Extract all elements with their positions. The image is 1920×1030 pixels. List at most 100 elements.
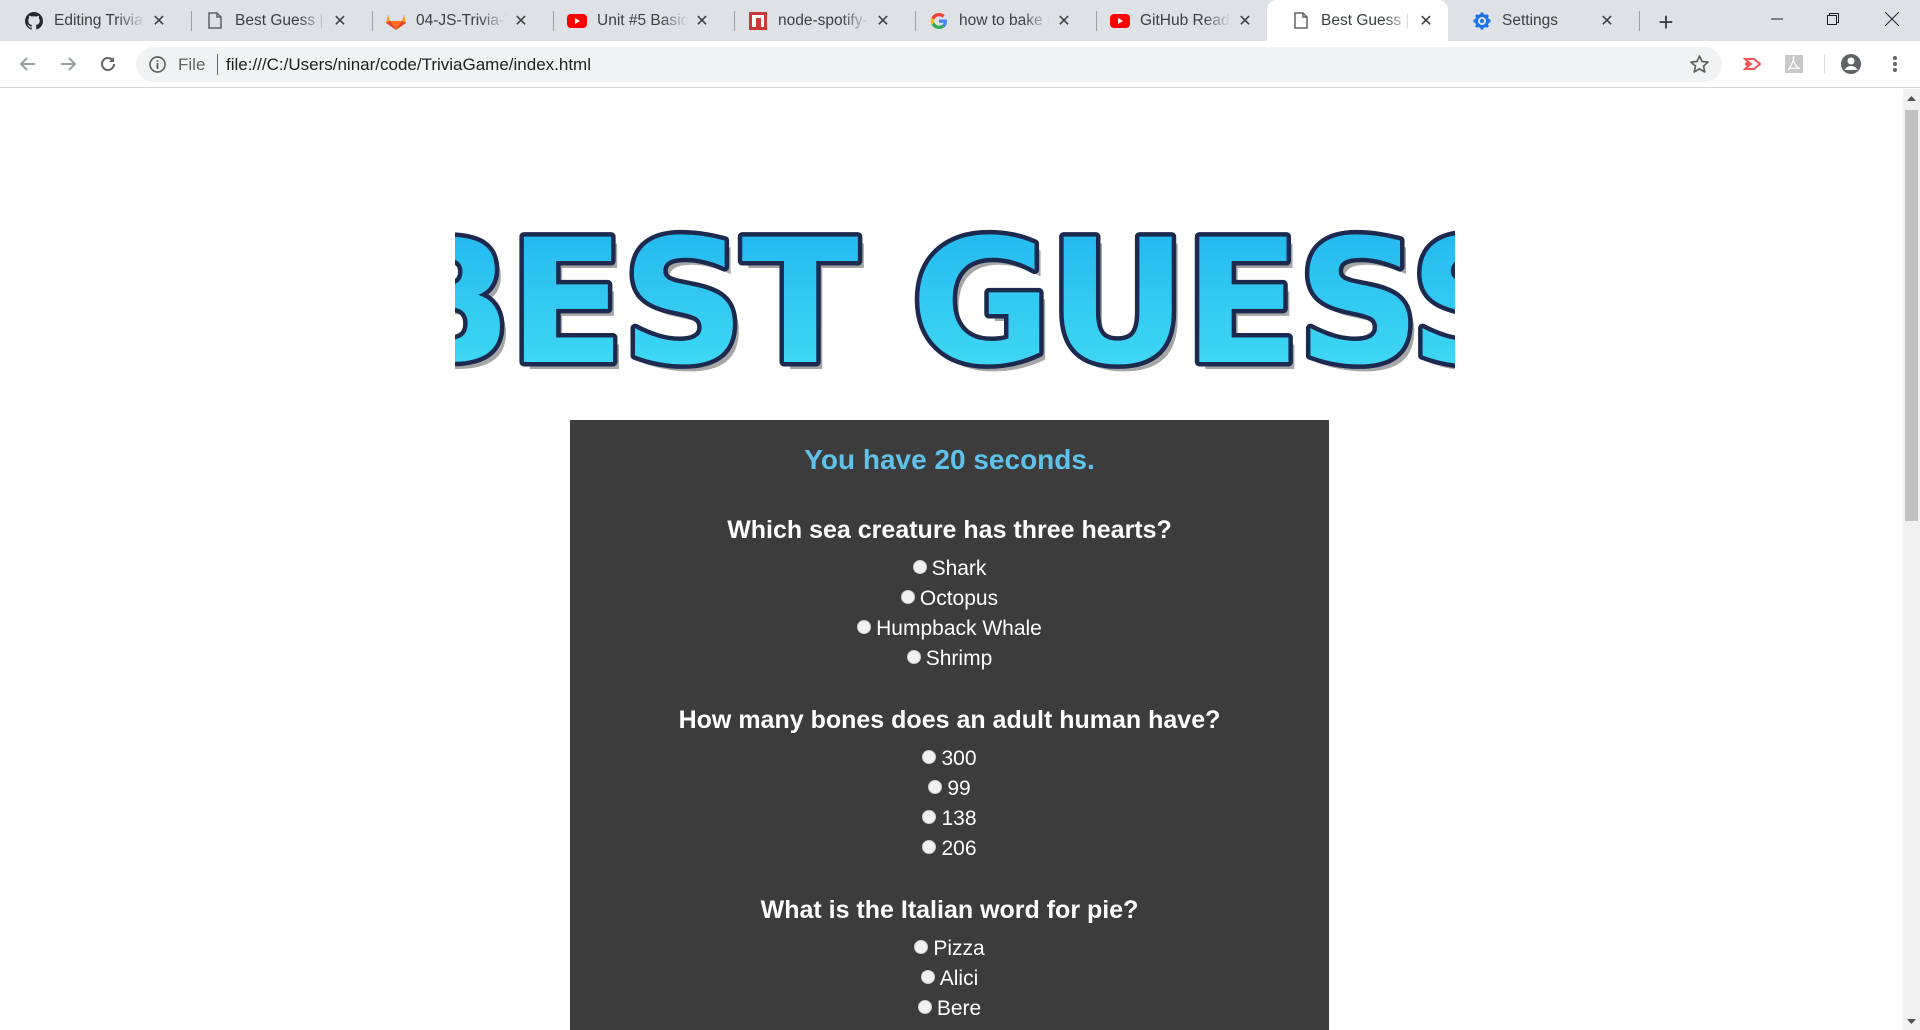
tab-best-guess[interactable]: Best Guess | Trivia ✕ <box>181 0 362 41</box>
address-bar[interactable]: File file:///C:/Users/ninar/code/TriviaG… <box>136 47 1722 82</box>
answer-option[interactable]: 99 <box>570 774 1329 804</box>
logo-text: BEST GUESS <box>455 214 1455 389</box>
tab-best-guess-active[interactable]: Best Guess | Trivia ✕ <box>1267 0 1448 41</box>
question-list: Which sea creature has three hearts? Sha… <box>570 514 1329 1024</box>
answer-option[interactable]: Pizza <box>570 934 1329 964</box>
scroll-down-button[interactable] <box>1903 1013 1920 1030</box>
star-icon[interactable] <box>1689 54 1710 75</box>
youtube-icon <box>1110 11 1130 31</box>
answer-label: 138 <box>941 807 977 830</box>
back-button[interactable] <box>12 48 44 80</box>
answer-option[interactable]: Bere <box>570 994 1329 1024</box>
cast-extension-icon <box>1743 58 1762 70</box>
scrollbar-thumb[interactable] <box>1905 110 1918 521</box>
tab-title: Best Guess | Trivia <box>235 11 326 29</box>
radio-button[interactable] <box>914 940 929 954</box>
tab-node-spotify[interactable]: node-spotify-api ✕ <box>724 0 905 41</box>
youtube-icon <box>567 11 587 31</box>
forward-button[interactable] <box>52 48 84 80</box>
radio-button[interactable] <box>922 840 937 854</box>
answer-option[interactable]: Octopus <box>570 584 1329 614</box>
question-text: How many bones does an adult human have? <box>678 706 1221 734</box>
close-window-button[interactable] <box>1864 0 1920 38</box>
scroll-up-button[interactable] <box>1903 89 1920 106</box>
tab-settings[interactable]: Settings ✕ <box>1448 0 1629 41</box>
radio-button[interactable] <box>900 590 915 604</box>
answer-option[interactable]: Humpback Whale <box>570 614 1329 644</box>
restore-button[interactable] <box>1805 0 1861 38</box>
minimize-button[interactable] <box>1749 0 1805 38</box>
question-text: Which sea creature has three hearts? <box>727 516 1172 544</box>
extension-button[interactable] <box>1742 53 1764 75</box>
answer-label: Alici <box>939 967 979 990</box>
close-icon[interactable]: ✕ <box>1054 11 1074 31</box>
answer-option[interactable]: Alici <box>570 964 1329 994</box>
answer-label: Pizza <box>933 937 985 960</box>
pdf-extension-button[interactable] <box>1783 53 1805 75</box>
chevron-up-icon <box>1907 95 1916 101</box>
answer-label: Shrimp <box>925 647 993 670</box>
radio-button[interactable] <box>912 560 927 574</box>
close-icon[interactable]: ✕ <box>511 11 531 31</box>
radio-button[interactable] <box>906 650 921 664</box>
radio-button[interactable] <box>917 1000 932 1014</box>
url-text[interactable]: file:///C:/Users/ninar/code/TriviaGame/i… <box>226 55 591 75</box>
answer-option[interactable]: Shark <box>570 554 1329 584</box>
close-icon[interactable]: ✕ <box>1416 11 1436 31</box>
tab-title: GitHub Readme <box>1140 11 1231 29</box>
question-2: How many bones does an adult human have?… <box>570 704 1329 864</box>
arrow-left-icon <box>19 57 35 71</box>
question-3: What is the Italian word for pie? Pizza … <box>570 894 1329 1024</box>
close-icon[interactable]: ✕ <box>692 11 712 31</box>
tab-title: Settings <box>1502 11 1559 29</box>
scheme-label: File <box>178 55 206 74</box>
trivia-card: You have 20 seconds. Which sea creature … <box>570 420 1329 1030</box>
page-icon <box>1291 11 1311 31</box>
answer-option[interactable]: 206 <box>570 834 1329 864</box>
minimize-icon <box>1771 18 1783 20</box>
answer-option[interactable]: 300 <box>570 744 1329 774</box>
timer-text: You have 20 seconds. <box>804 444 1095 475</box>
close-icon[interactable]: ✕ <box>1597 11 1617 31</box>
close-icon[interactable]: ✕ <box>330 11 350 31</box>
tab-github-readme[interactable]: GitHub Readme ✕ <box>1086 0 1267 41</box>
radio-button[interactable] <box>920 970 935 984</box>
answer-label: 99 <box>947 777 971 800</box>
settings-gear-icon <box>1472 11 1492 31</box>
menu-button[interactable] <box>1884 53 1906 75</box>
close-icon[interactable]: ✕ <box>149 11 169 31</box>
tab-how-to-bake[interactable]: how to bake a pie ✕ <box>905 0 1086 41</box>
radio-button[interactable] <box>922 810 937 824</box>
tab-strip: Editing Trivia-Game ✕ Best Guess | Trivi… <box>0 0 1920 41</box>
address-divider <box>217 54 218 75</box>
tab-unit-5[interactable]: Unit #5 Basic Trivia ✕ <box>543 0 724 41</box>
toolbar-divider <box>1824 54 1825 74</box>
restore-icon <box>1827 13 1839 25</box>
answer-option[interactable]: Shrimp <box>570 644 1329 674</box>
tab-editing-trivia[interactable]: Editing Trivia-Game ✕ <box>0 0 181 41</box>
page-icon <box>205 11 225 31</box>
close-icon[interactable]: ✕ <box>1235 11 1255 31</box>
close-icon <box>1885 12 1899 26</box>
radio-button[interactable] <box>928 780 943 794</box>
chevron-down-icon <box>1907 1018 1916 1024</box>
tab-divider <box>1639 11 1640 31</box>
reload-button[interactable] <box>92 48 124 80</box>
tab-js-trivia-time[interactable]: 04-JS-Trivia-Time ✕ <box>362 0 543 41</box>
answer-label: 206 <box>941 837 977 860</box>
radio-button[interactable] <box>922 750 937 764</box>
answer-option[interactable]: 138 <box>570 804 1329 834</box>
gitlab-icon <box>386 11 406 31</box>
close-icon[interactable]: ✕ <box>873 11 893 31</box>
profile-button[interactable] <box>1840 53 1862 75</box>
new-tab-button[interactable]: + <box>1652 7 1680 37</box>
npm-icon <box>748 11 768 31</box>
radio-button[interactable] <box>857 620 872 634</box>
kebab-menu-icon <box>1893 56 1897 72</box>
info-icon[interactable] <box>148 55 167 74</box>
pdf-icon <box>1785 55 1803 73</box>
page-scrollbar[interactable] <box>1903 89 1920 1030</box>
tab-title: Best Guess | Trivia <box>1321 11 1412 29</box>
browser-toolbar: File file:///C:/Users/ninar/code/TriviaG… <box>0 41 1920 88</box>
tab-title: how to bake a pie <box>959 11 1050 29</box>
